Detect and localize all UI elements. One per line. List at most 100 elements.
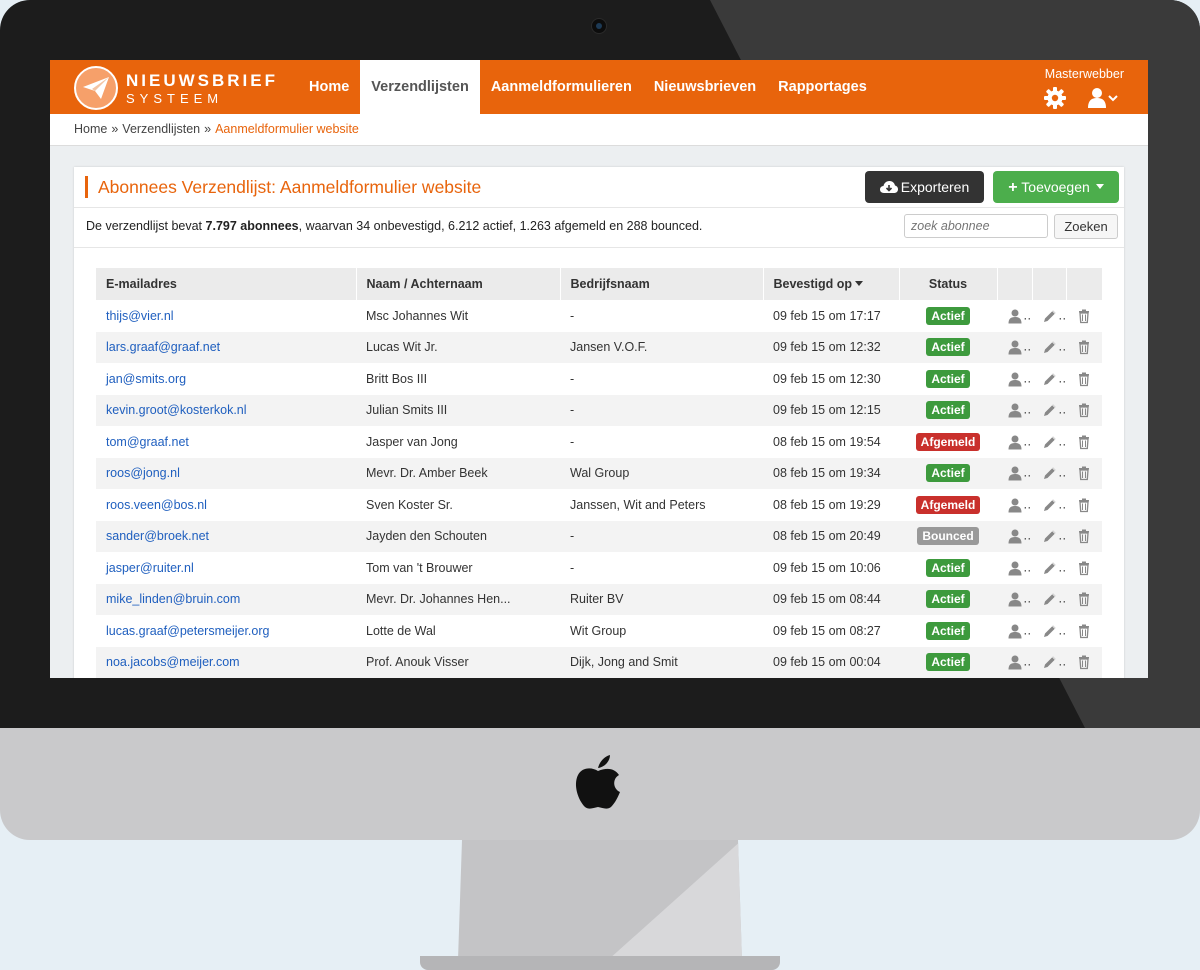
edit-subscriber-button[interactable]: [1032, 300, 1066, 332]
delete-subscriber-button[interactable]: [1066, 363, 1102, 395]
table-row: jan@smits.org Britt Bos III - 09 feb 15 om …: [96, 363, 1102, 395]
view-subscriber-button[interactable]: [997, 363, 1032, 395]
name-cell: Prof. Anouk Visser: [356, 646, 560, 678]
company-cell: Ruiter BV: [560, 583, 763, 615]
status-cell: Actief: [899, 394, 997, 426]
email-cell: sander@broek.net: [96, 520, 356, 552]
table-row: roos.veen@bos.nl Sven Koster Sr. Janssen, …: [96, 489, 1102, 521]
email-link[interactable]: tom@graaf.net: [106, 435, 189, 449]
email-link[interactable]: lucas.graaf@petersmeijer.org: [106, 624, 269, 638]
user-icon: [1007, 403, 1023, 418]
breadcrumb-home[interactable]: Home: [74, 122, 107, 136]
email-link[interactable]: kevin.groot@kosterkok.nl: [106, 403, 247, 417]
delete-subscriber-button[interactable]: [1066, 300, 1102, 332]
delete-subscriber-button[interactable]: [1066, 489, 1102, 521]
confirmed-cell: 09 feb 15 om 17:17: [773, 308, 881, 323]
edit-subscriber-button[interactable]: [1032, 646, 1066, 678]
search-input[interactable]: [904, 214, 1048, 238]
view-subscriber-button[interactable]: [997, 300, 1032, 332]
search-button[interactable]: Zoeken: [1054, 214, 1118, 239]
name-cell: Msc Johannes Wit: [366, 308, 469, 323]
email-cell: roos.veen@bos.nl: [96, 489, 356, 521]
nav-nieuwsbrieven[interactable]: Nieuwsbrieven: [643, 60, 767, 114]
edit-subscriber-button[interactable]: [1032, 583, 1066, 615]
nav-verzendlijsten[interactable]: Verzendlijsten: [360, 60, 480, 114]
username[interactable]: Masterwebber: [1045, 67, 1124, 81]
company-cell: -: [570, 371, 575, 386]
view-subscriber-button[interactable]: [997, 646, 1032, 678]
trash-icon: [1076, 434, 1092, 449]
delete-subscriber-button[interactable]: [1066, 331, 1102, 363]
email-link[interactable]: lars.graaf@graaf.net: [106, 340, 220, 354]
user-icon: [1007, 560, 1023, 576]
user-icon: [1007, 371, 1023, 387]
delete-subscriber-button[interactable]: [1066, 426, 1102, 458]
status-cell: Actief: [899, 457, 997, 489]
col-email[interactable]: E-mailadres: [96, 268, 357, 300]
user-menu-icon[interactable]: [1088, 87, 1118, 109]
email-link[interactable]: jan@smits.org: [106, 372, 186, 386]
table-row: noa.jacobs@meijer.com Prof. Anouk Visser D…: [96, 646, 1102, 678]
confirmed-cell: 08 feb 15 om 19:54: [773, 434, 881, 449]
edit-subscriber-button[interactable]: [1032, 363, 1066, 395]
table-row: thijs@vier.nl Msc Johannes Wit - 09 feb 15 …: [96, 300, 1102, 332]
user-icon: [1007, 308, 1023, 324]
view-subscriber-button[interactable]: [997, 489, 1032, 521]
edit-subscriber-button[interactable]: [1032, 489, 1066, 521]
company-cell: -: [570, 560, 575, 575]
email-link[interactable]: mike_linden@bruin.com: [106, 592, 240, 606]
email-link[interactable]: roos@jong.nl: [106, 466, 180, 480]
email-cell: kevin.groot@kosterkok.nl: [96, 394, 356, 426]
col-name[interactable]: Naam / Achternaam: [356, 268, 561, 300]
add-subscriber-button[interactable]: + Toevoegen: [993, 171, 1119, 203]
name-cell: Jasper van Jong: [366, 434, 458, 449]
edit-subscriber-button[interactable]: [1032, 426, 1066, 458]
name-cell: Sven Koster Sr.: [366, 497, 453, 512]
view-subscriber-button[interactable]: [997, 583, 1032, 615]
delete-subscriber-button[interactable]: [1066, 615, 1102, 647]
edit-subscriber-button[interactable]: [1032, 552, 1066, 584]
email-link[interactable]: noa.jacobs@meijer.com: [106, 655, 240, 669]
delete-subscriber-button[interactable]: [1066, 394, 1102, 426]
email-link[interactable]: roos.veen@bos.nl: [106, 498, 207, 512]
edit-subscriber-button[interactable]: [1032, 394, 1066, 426]
view-subscriber-button[interactable]: [997, 615, 1032, 647]
nav-home[interactable]: Home: [298, 60, 360, 114]
email-link[interactable]: thijs@vier.nl: [106, 309, 174, 323]
nav-aanmeldformulieren[interactable]: Aanmeldformulieren: [480, 60, 643, 114]
col-status[interactable]: Status: [899, 268, 998, 300]
edit-subscriber-button[interactable]: [1032, 520, 1066, 552]
view-subscriber-button[interactable]: [997, 520, 1032, 552]
camera-icon: [591, 18, 607, 34]
export-button[interactable]: Exporteren: [865, 171, 984, 203]
delete-subscriber-button[interactable]: [1066, 520, 1102, 552]
view-subscriber-button[interactable]: [997, 394, 1032, 426]
breadcrumb-verzendlijsten[interactable]: Verzendlijsten: [122, 122, 200, 136]
view-subscriber-button[interactable]: [997, 426, 1032, 458]
view-subscriber-button[interactable]: [997, 457, 1032, 489]
status-badge: Afgemeld: [915, 495, 981, 514]
col-company[interactable]: Bedrijfsnaam: [560, 268, 764, 300]
delete-subscriber-button[interactable]: [1066, 583, 1102, 615]
col-confirmed[interactable]: Bevestigd op: [763, 268, 900, 300]
delete-subscriber-button[interactable]: [1066, 457, 1102, 489]
email-link[interactable]: jasper@ruiter.nl: [106, 561, 194, 575]
status-badge: Actief: [926, 621, 970, 640]
edit-subscriber-button[interactable]: [1032, 615, 1066, 647]
delete-subscriber-button[interactable]: [1066, 552, 1102, 584]
table-row: jasper@ruiter.nl Tom van 't Brouwer - 09 fe…: [96, 552, 1102, 584]
gear-icon[interactable]: [1044, 87, 1066, 109]
brand-subtitle: SYSTEEM: [126, 91, 224, 106]
email-link[interactable]: sander@broek.net: [106, 529, 209, 543]
brand-logo[interactable]: NIEUWSBRIEF SYSTEEM: [74, 66, 275, 110]
confirmed-cell: 09 feb 15 om 12:15: [763, 394, 899, 426]
edit-subscriber-button[interactable]: [1032, 457, 1066, 489]
col-action-edit: [1032, 268, 1067, 300]
view-subscriber-button[interactable]: [997, 331, 1032, 363]
edit-subscriber-button[interactable]: [1032, 331, 1066, 363]
caret-down-icon: [1095, 184, 1104, 189]
view-subscriber-button[interactable]: [997, 552, 1032, 584]
nav-rapportages[interactable]: Rapportages: [767, 60, 878, 114]
table-row: kevin.groot@kosterkok.nl Julian Smits III…: [96, 394, 1102, 426]
delete-subscriber-button[interactable]: [1066, 646, 1102, 678]
